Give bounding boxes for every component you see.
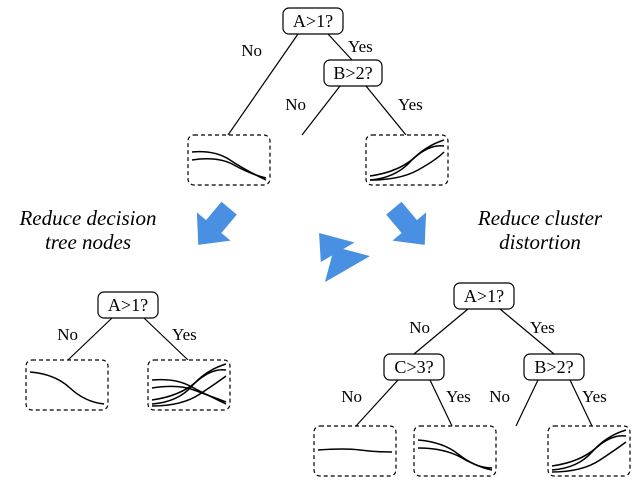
arrow-left: [302, 217, 370, 282]
right-tree: A>1? No Yes C>3? No Yes B>2? No Yes: [314, 283, 630, 476]
caption-right-line2: distortion: [499, 230, 581, 254]
top-edge-root-left: [228, 34, 298, 135]
left-root-yes-label: Yes: [172, 325, 197, 344]
left-leaf-2: [148, 360, 230, 410]
right-right-child-label: B>2?: [534, 357, 573, 377]
right-edge-left-no: [356, 380, 398, 426]
arrow-down-left: [181, 194, 246, 259]
left-tree: A>1? No Yes: [26, 292, 230, 410]
right-edge-right-no: [516, 380, 538, 426]
caption-left-line1: Reduce decision: [18, 206, 156, 230]
right-left-yes-label: Yes: [446, 387, 471, 406]
right-root-label: A>1?: [464, 286, 504, 306]
caption-left-line2: tree nodes: [45, 230, 131, 254]
top-root-no-label: No: [241, 41, 262, 60]
top-edge-child-left: [302, 86, 340, 135]
right-leaf-2: [414, 426, 496, 476]
right-leaf-1: [314, 426, 396, 476]
right-left-no-label: No: [341, 387, 362, 406]
top-child-label: B>2?: [333, 63, 372, 83]
right-root-no-label: No: [409, 318, 430, 337]
right-root-yes-label: Yes: [530, 318, 555, 337]
top-tree: A>1? No Yes B>2? No Yes: [188, 8, 448, 185]
arrow-down-right: [377, 194, 442, 259]
left-leaf-1: [26, 360, 108, 410]
left-root-no-label: No: [57, 325, 78, 344]
right-right-yes-label: Yes: [582, 387, 607, 406]
left-root-label: A>1?: [108, 295, 148, 315]
diagram: A>1? No Yes B>2? No Yes: [0, 0, 640, 504]
right-leaf-3: [548, 426, 630, 476]
caption-right-line1: Reduce cluster: [477, 206, 603, 230]
right-left-child-label: C>3?: [394, 357, 433, 377]
top-leaf-1: [188, 135, 270, 185]
top-child-yes-label: Yes: [398, 95, 423, 114]
top-root-label: A>1?: [293, 11, 333, 31]
top-child-no-label: No: [285, 95, 306, 114]
top-leaf-2: [366, 135, 448, 185]
top-root-yes-label: Yes: [348, 37, 373, 56]
right-right-no-label: No: [489, 387, 510, 406]
